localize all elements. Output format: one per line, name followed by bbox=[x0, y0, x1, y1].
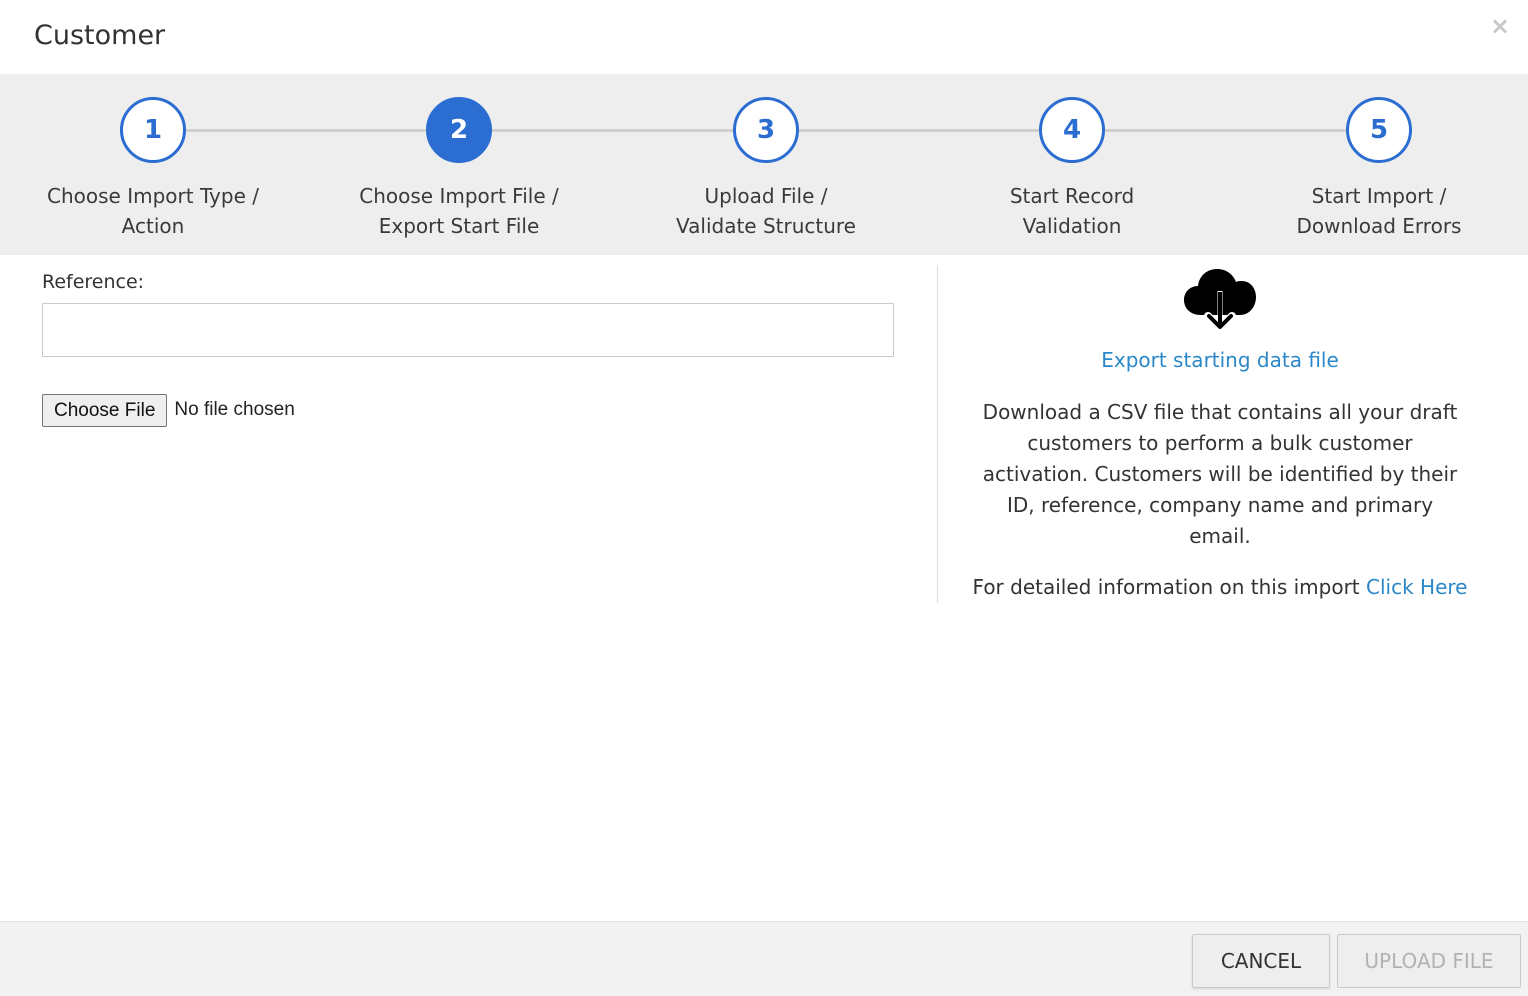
step-label: Choose Import File / Export Start File bbox=[329, 181, 589, 241]
export-panel: Export starting data file Download a CSV… bbox=[965, 265, 1475, 603]
modal-footer: CANCEL UPLOAD FILE bbox=[0, 921, 1528, 996]
import-info-text: For detailed information on this import bbox=[972, 575, 1360, 599]
step-number-circle: 3 bbox=[733, 97, 799, 163]
import-file-form: Reference: Choose File No file chosen bbox=[42, 265, 894, 427]
cloud-download-icon[interactable] bbox=[1183, 265, 1257, 335]
step-label: Upload File / Validate Structure bbox=[636, 181, 896, 241]
wizard-step-1[interactable]: 1 Choose Import Type / Action bbox=[23, 97, 283, 241]
wizard-steps: 1 Choose Import Type / Action 2 Choose I… bbox=[0, 74, 1528, 255]
step-label-line: Download Errors bbox=[1296, 214, 1462, 238]
step-number-circle: 1 bbox=[120, 97, 186, 163]
step-number-circle: 5 bbox=[1346, 97, 1412, 163]
wizard-step-3[interactable]: 3 Upload File / Validate Structure bbox=[636, 97, 896, 241]
step-label-line: Validation bbox=[1022, 214, 1122, 238]
step-label-line: Validate Structure bbox=[676, 214, 856, 238]
step-label: Start Import / Download Errors bbox=[1249, 181, 1509, 241]
file-chooser: Choose File No file chosen bbox=[42, 393, 894, 427]
close-icon[interactable]: × bbox=[1490, 14, 1510, 38]
wizard-step-2[interactable]: 2 Choose Import File / Export Start File bbox=[329, 97, 589, 241]
upload-file-button[interactable]: UPLOAD FILE bbox=[1337, 934, 1521, 988]
modal-title: Customer bbox=[34, 20, 166, 51]
export-starting-data-link[interactable]: Export starting data file bbox=[1101, 343, 1339, 377]
step-number-circle: 2 bbox=[426, 97, 492, 163]
modal-header: Customer × bbox=[0, 0, 1528, 74]
step-label-line: Choose Import File / bbox=[359, 184, 559, 208]
step-label: Choose Import Type / Action bbox=[23, 181, 283, 241]
panel-divider bbox=[937, 265, 938, 603]
reference-label: Reference: bbox=[42, 271, 145, 293]
step-label-line: Export Start File bbox=[378, 214, 540, 238]
step-label-line: Upload File / bbox=[704, 184, 828, 208]
step-label-line: Choose Import Type / bbox=[47, 184, 259, 208]
cancel-button[interactable]: CANCEL bbox=[1192, 934, 1330, 988]
choose-file-button[interactable]: Choose File bbox=[42, 393, 168, 427]
step-label-line: Action bbox=[121, 214, 185, 238]
wizard-step-4[interactable]: 4 Start Record Validation bbox=[942, 97, 1202, 241]
step-number-circle: 4 bbox=[1039, 97, 1105, 163]
export-description: Download a CSV file that contains all yo… bbox=[982, 400, 1458, 548]
step-label: Start Record Validation bbox=[942, 181, 1202, 241]
import-info-line: For detailed information on this import … bbox=[965, 572, 1475, 603]
step-label-line: Start Record bbox=[1009, 184, 1135, 208]
no-file-chosen-text: No file chosen bbox=[174, 399, 295, 420]
step-label-line: Start Import / bbox=[1311, 184, 1447, 208]
reference-input[interactable] bbox=[42, 303, 894, 357]
wizard-step-5[interactable]: 5 Start Import / Download Errors bbox=[1249, 97, 1509, 241]
click-here-link[interactable]: Click Here bbox=[1366, 575, 1467, 599]
